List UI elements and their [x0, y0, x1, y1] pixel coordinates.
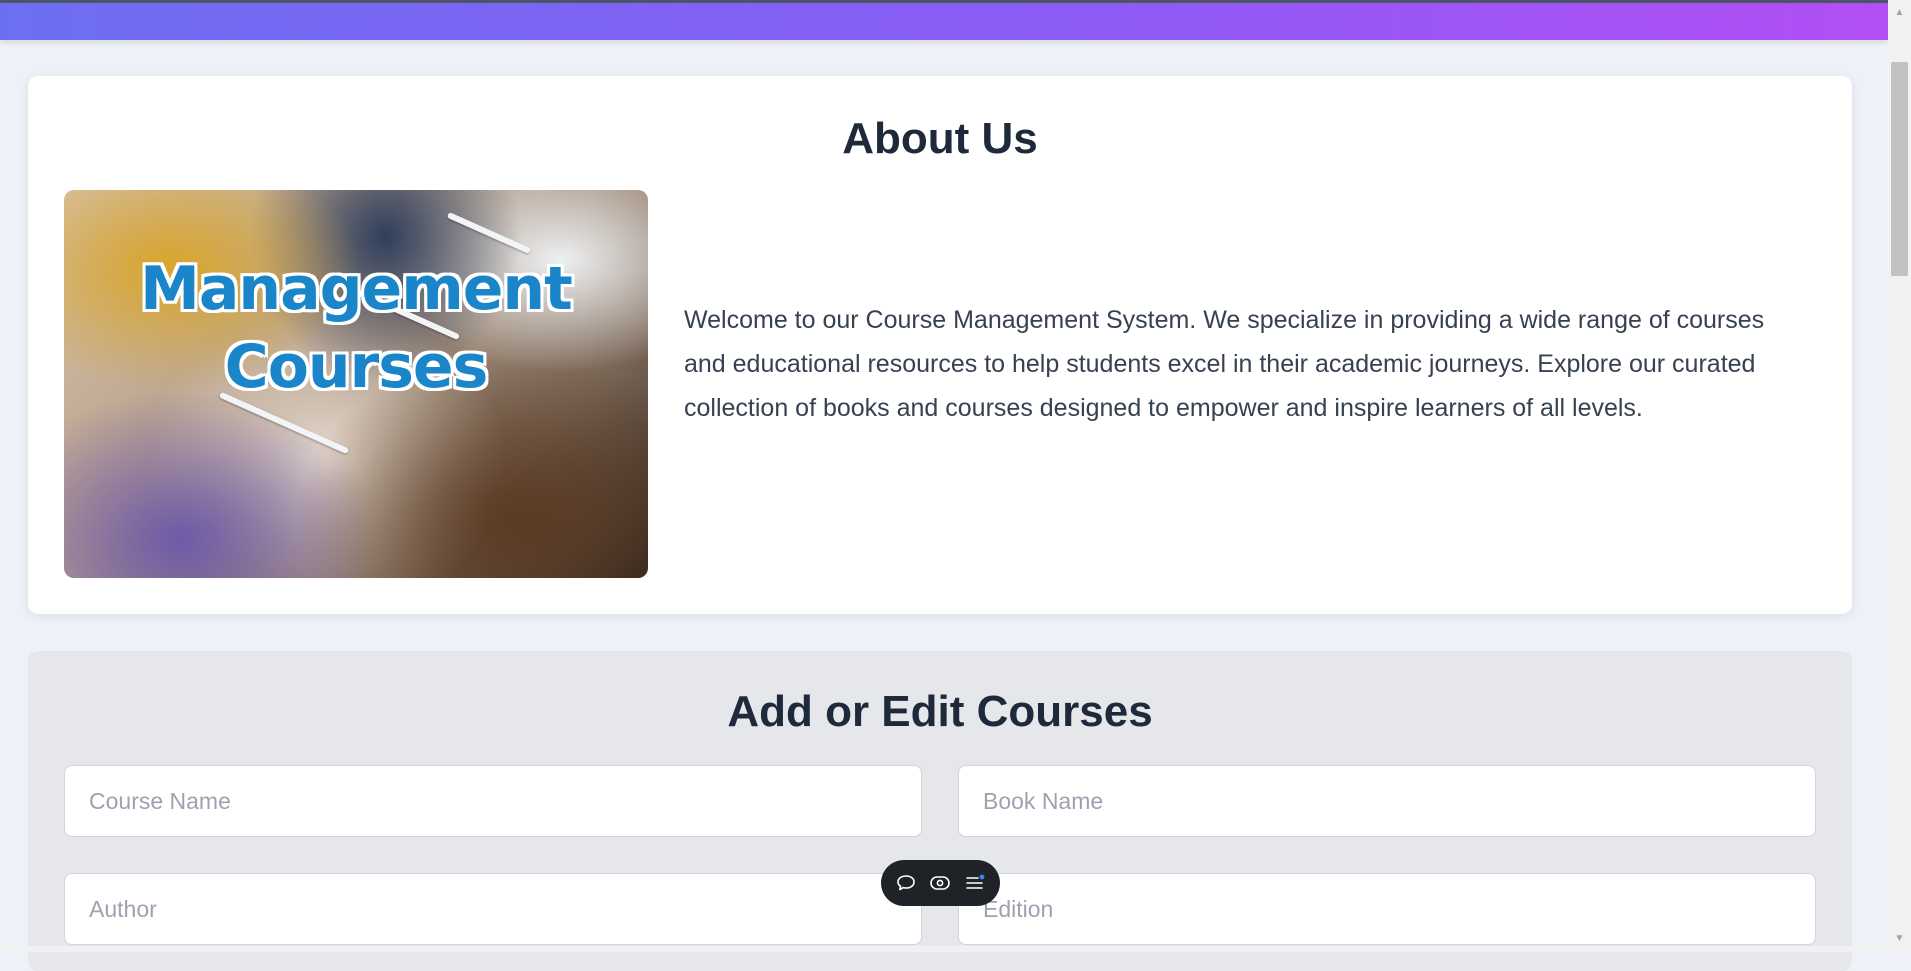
vertical-scrollbar[interactable]: ▲ ▼: [1888, 0, 1911, 952]
bottom-edge: [0, 946, 1888, 952]
scroll-up-arrow-icon[interactable]: ▲: [1888, 4, 1911, 22]
book-name-input[interactable]: [958, 765, 1816, 837]
course-name-input[interactable]: [64, 765, 922, 837]
edition-input[interactable]: [958, 873, 1816, 945]
scrollbar-thumb[interactable]: [1891, 62, 1908, 276]
image-caption-line2: Courses: [224, 332, 489, 402]
about-title: About Us: [842, 114, 1038, 163]
image-caption-line1: Management: [140, 254, 573, 324]
menu-icon[interactable]: [961, 869, 989, 897]
scroll-down-arrow-icon[interactable]: ▼: [1888, 930, 1911, 948]
pen-shape: [446, 211, 532, 255]
about-description: Welcome to our Course Management System.…: [684, 306, 1765, 422]
author-input[interactable]: [64, 873, 922, 945]
comment-icon[interactable]: [892, 869, 920, 897]
about-section: About Us Management Courses Welcome to o…: [28, 76, 1852, 614]
eye-icon[interactable]: [926, 869, 954, 897]
header-gradient-bar: [0, 0, 1888, 40]
management-courses-image: Management Courses: [64, 190, 648, 578]
form-title: Add or Edit Courses: [727, 687, 1153, 736]
floating-toolbar: [881, 860, 1000, 906]
course-form-section: Add or Edit Courses: [28, 651, 1852, 971]
